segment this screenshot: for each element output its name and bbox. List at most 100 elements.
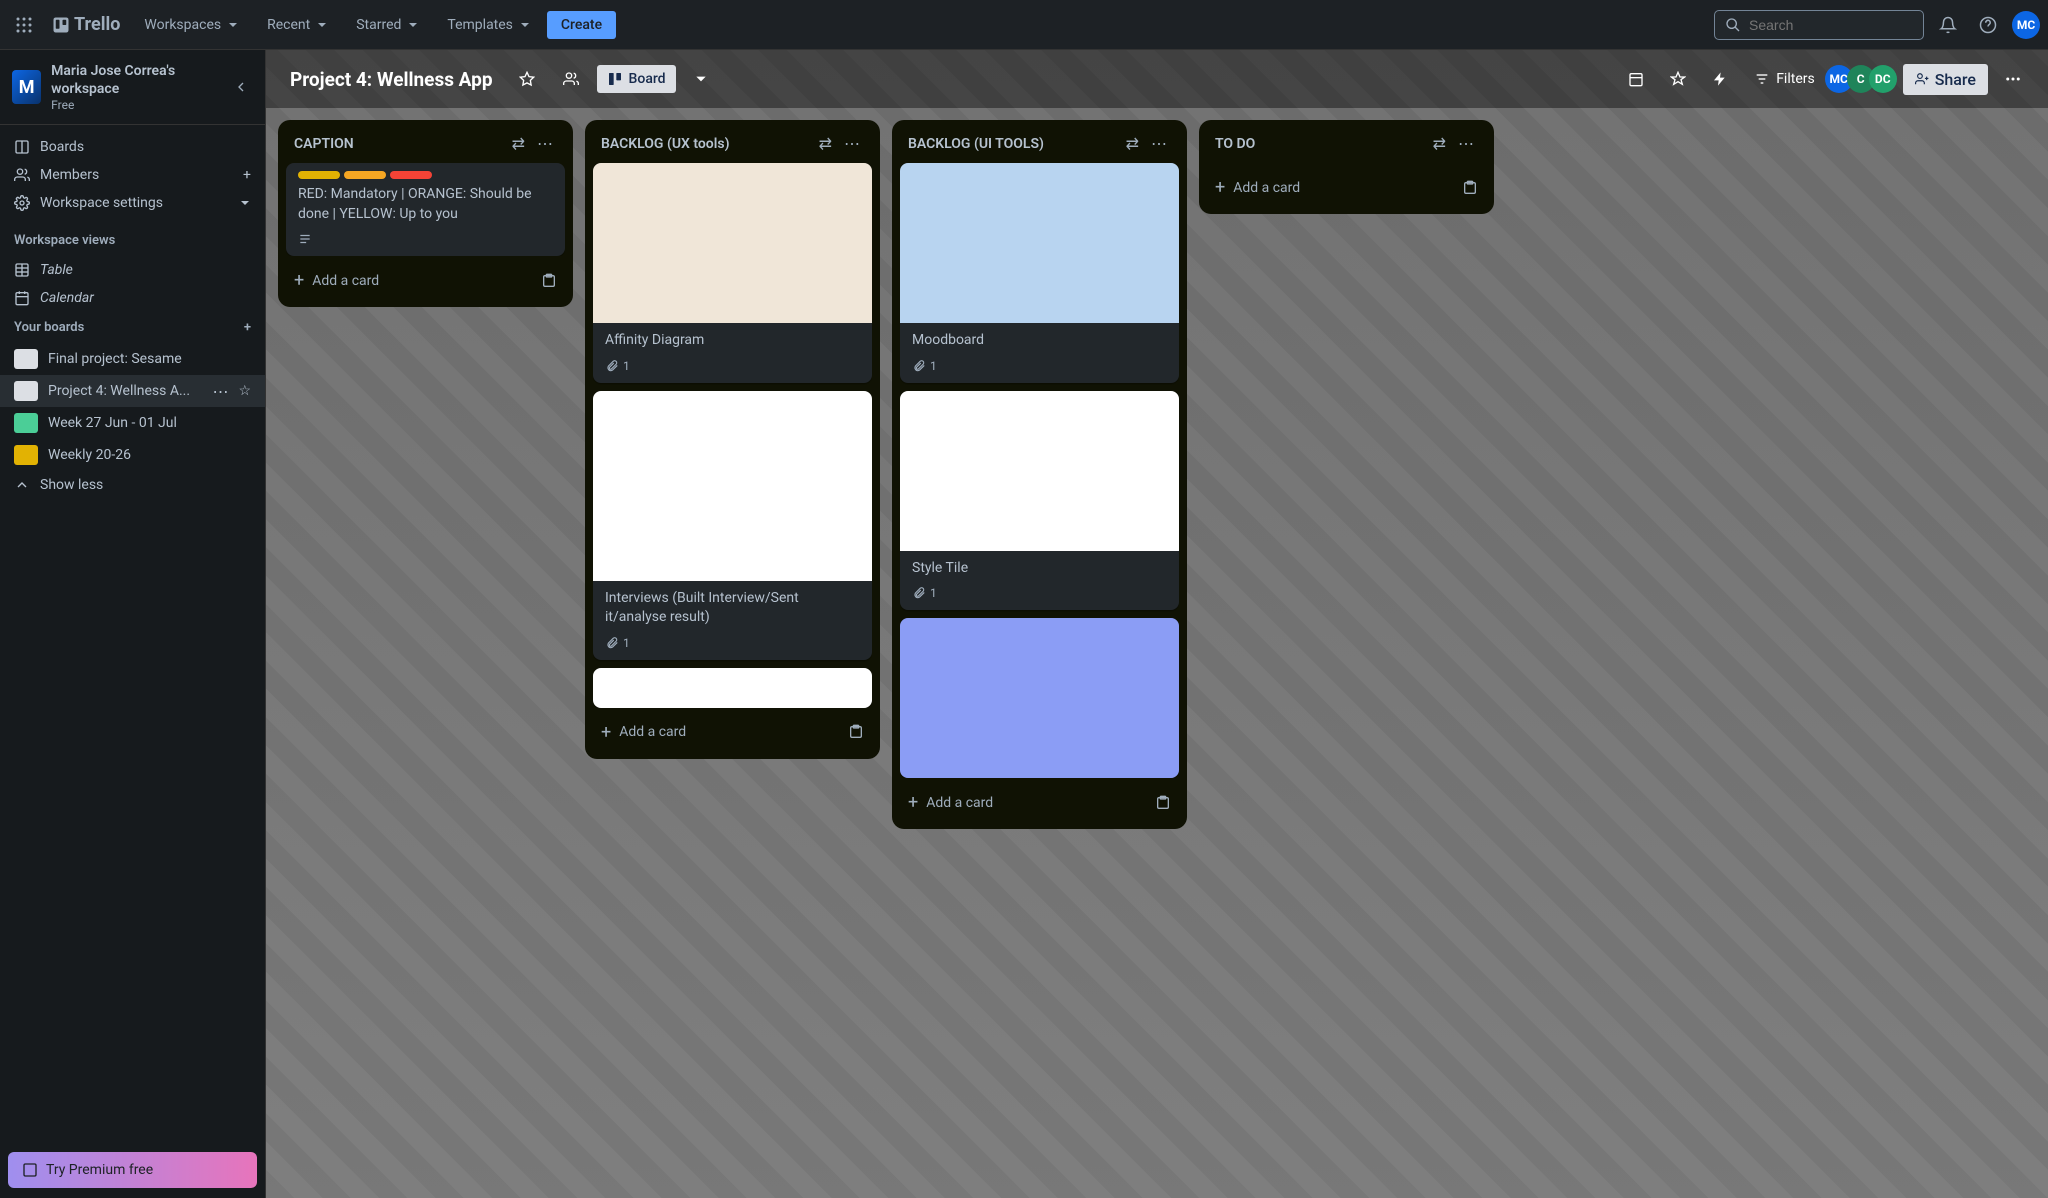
collapse-sidebar-button[interactable]: [229, 73, 253, 101]
list-header: TO DO ⇄ ⋯: [1207, 128, 1486, 163]
add-board-icon[interactable]: +: [244, 320, 251, 335]
workspace-name: Maria Jose Correa's workspace: [51, 62, 219, 98]
board-view-button[interactable]: Board: [597, 65, 676, 93]
list: CAPTION ⇄ ⋯ RED: Mandatory | ORANGE: Sho…: [278, 120, 573, 307]
card-body: Style Tile1: [900, 551, 1179, 611]
board-icon: [607, 71, 623, 87]
list-title[interactable]: BACKLOG (UI TOOLS): [908, 136, 1044, 152]
sidebar-board-item[interactable]: Project 4: Wellness A... ⋯☆: [0, 375, 265, 407]
list-menu-icon[interactable]: ⋯: [1454, 132, 1478, 155]
nav-templates[interactable]: Templates: [435, 11, 543, 39]
card[interactable]: RED: Mandatory | ORANGE: Should be done …: [286, 163, 565, 256]
card[interactable]: Affinity Diagram1: [593, 163, 872, 383]
view-table[interactable]: Table: [0, 256, 265, 284]
add-icon[interactable]: +: [243, 167, 251, 183]
list-menu-icon[interactable]: ⋯: [840, 132, 864, 155]
list-cards: Moodboard1 Style Tile1: [900, 163, 1179, 778]
add-card-button[interactable]: +Add a card: [900, 784, 1179, 821]
card[interactable]: Style Tile1: [900, 391, 1179, 611]
workspace-plan: Free: [51, 98, 219, 112]
card-body: Affinity Diagram1: [593, 323, 872, 383]
create-button[interactable]: Create: [547, 11, 616, 39]
list-header: BACKLOG (UX tools) ⇄ ⋯: [593, 128, 872, 163]
try-premium-button[interactable]: Try Premium free: [8, 1152, 257, 1188]
template-icon[interactable]: [848, 724, 864, 740]
collapse-list-icon[interactable]: ⇄: [1429, 132, 1450, 155]
sidebar-board-item[interactable]: Final project: Sesame: [0, 343, 265, 375]
card[interactable]: [900, 618, 1179, 778]
more-icon[interactable]: ⋯: [212, 382, 228, 401]
calendar-button[interactable]: [1618, 65, 1654, 93]
rocket-icon: [1670, 71, 1686, 87]
template-icon[interactable]: [1462, 180, 1478, 196]
list-menu-icon[interactable]: ⋯: [1147, 132, 1171, 155]
automation-button[interactable]: [1702, 65, 1738, 93]
add-card-button[interactable]: +Add a card: [593, 714, 872, 751]
template-icon[interactable]: [541, 273, 557, 289]
members-icon: [14, 167, 30, 183]
member-stack[interactable]: MCCDC: [1831, 65, 1897, 93]
card-badges: [298, 232, 553, 246]
list-actions: ⇄ ⋯: [1122, 132, 1171, 155]
sidebar-board-item[interactable]: Weekly 20-26: [0, 439, 265, 471]
attachment-badge: 1: [912, 586, 937, 600]
board-title[interactable]: Project 4: Wellness App: [282, 68, 501, 91]
list-actions: ⇄ ⋯: [508, 132, 557, 155]
share-button[interactable]: Share: [1903, 64, 1988, 95]
list-title[interactable]: BACKLOG (UX tools): [601, 136, 729, 152]
view-calendar[interactable]: Calendar: [0, 284, 265, 312]
chevron-down-icon: [694, 72, 708, 86]
visibility-button[interactable]: [553, 65, 589, 93]
add-card-button[interactable]: +Add a card: [286, 262, 565, 299]
board-menu-button[interactable]: [1994, 64, 2032, 94]
lists-container[interactable]: CAPTION ⇄ ⋯ RED: Mandatory | ORANGE: Sho…: [266, 108, 2048, 1198]
card[interactable]: Moodboard1: [900, 163, 1179, 383]
star-board-button[interactable]: [509, 65, 545, 93]
list-menu-icon[interactable]: ⋯: [533, 132, 557, 155]
list-title[interactable]: CAPTION: [294, 136, 354, 152]
description-badge: [298, 232, 312, 246]
sidebar: M Maria Jose Correa's workspace Free Boa…: [0, 50, 266, 1198]
search-input[interactable]: [1749, 17, 1913, 33]
chevron-down-icon: [407, 19, 419, 31]
board-name: Final project: Sesame: [48, 351, 251, 367]
add-card-button[interactable]: +Add a card: [1207, 169, 1486, 206]
member-avatar[interactable]: DC: [1869, 65, 1897, 93]
apps-icon[interactable]: [8, 9, 40, 41]
show-less[interactable]: Show less: [0, 471, 265, 499]
trello-logo[interactable]: Trello: [44, 14, 128, 35]
help-icon[interactable]: [1972, 9, 2004, 41]
card[interactable]: Interviews (Built Interview/Sent it/anal…: [593, 391, 872, 660]
view-switcher-button[interactable]: [684, 66, 718, 92]
user-avatar[interactable]: MC: [2012, 11, 2040, 39]
card-label[interactable]: [344, 171, 386, 179]
nav-starred[interactable]: Starred: [344, 11, 431, 39]
card-cover: [593, 391, 872, 581]
notifications-icon[interactable]: [1932, 9, 1964, 41]
star-icon: [519, 71, 535, 87]
chevron-down-icon[interactable]: [239, 197, 251, 209]
sidebar-nav: Boards Members + Workspace settings: [0, 125, 265, 225]
sidebar-nav-settings[interactable]: Workspace settings: [0, 189, 265, 217]
card[interactable]: [593, 668, 872, 708]
collapse-list-icon[interactable]: ⇄: [815, 132, 836, 155]
template-icon[interactable]: [1155, 795, 1171, 811]
search-icon: [1725, 17, 1741, 33]
nav-recent[interactable]: Recent: [255, 11, 340, 39]
board-header-right: Filters MCCDC Share: [1618, 64, 2032, 95]
filter-icon: [1754, 71, 1770, 87]
card-label[interactable]: [298, 171, 340, 179]
list-title[interactable]: TO DO: [1215, 136, 1255, 152]
sidebar-nav-members[interactable]: Members +: [0, 161, 265, 189]
sidebar-nav-boards[interactable]: Boards: [0, 133, 265, 161]
filters-button[interactable]: Filters: [1744, 65, 1825, 93]
collapse-list-icon[interactable]: ⇄: [1122, 132, 1143, 155]
sidebar-board-item[interactable]: Week 27 Jun - 01 Jul: [0, 407, 265, 439]
star-icon[interactable]: ☆: [238, 383, 251, 399]
search-box[interactable]: [1714, 10, 1924, 40]
main: M Maria Jose Correa's workspace Free Boa…: [0, 50, 2048, 1198]
card-label[interactable]: [390, 171, 432, 179]
collapse-list-icon[interactable]: ⇄: [508, 132, 529, 155]
nav-workspaces[interactable]: Workspaces: [132, 11, 251, 39]
powerups-button[interactable]: [1660, 65, 1696, 93]
